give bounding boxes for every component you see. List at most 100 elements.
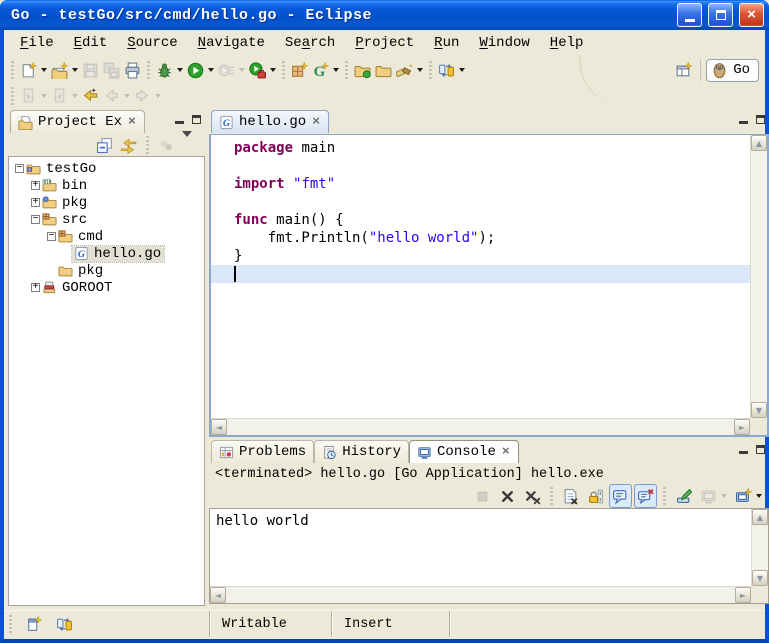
- scroll-down-icon[interactable]: ▼: [751, 402, 767, 418]
- code-area[interactable]: package mainimport "fmt"func main() { fm…: [211, 135, 750, 418]
- expand-icon[interactable]: +: [31, 181, 40, 190]
- close-button[interactable]: ×: [739, 3, 764, 27]
- menu-edit[interactable]: Edit: [64, 32, 118, 54]
- search-button[interactable]: [394, 58, 425, 82]
- run-button[interactable]: [185, 58, 216, 82]
- pin-console-button[interactable]: [672, 484, 695, 508]
- menu-project[interactable]: Project: [345, 32, 424, 54]
- sync-jobs-button[interactable]: [54, 612, 75, 636]
- status-bar: Writable Insert: [4, 610, 765, 637]
- clear-console-button[interactable]: [559, 484, 582, 508]
- new-package-button[interactable]: [289, 58, 310, 82]
- print-button[interactable]: [122, 58, 143, 82]
- remove-launch-button[interactable]: [496, 484, 519, 508]
- last-edit-button[interactable]: [80, 84, 101, 108]
- code-token: import: [234, 176, 285, 192]
- tab-problems[interactable]: Problems: [211, 440, 314, 463]
- tab-history[interactable]: History: [314, 440, 409, 463]
- scroll-left-icon[interactable]: ◄: [210, 587, 226, 603]
- menu-file[interactable]: File: [10, 32, 64, 54]
- editor-minimize-icon[interactable]: [739, 121, 748, 124]
- synchronize-button[interactable]: [436, 58, 467, 82]
- tree-item-bin[interactable]: +010bin: [9, 177, 204, 194]
- editor-tab-hello-go[interactable]: G hello.go ×: [211, 110, 329, 133]
- tree-item-content: src: [40, 212, 90, 228]
- open-folder-button[interactable]: [373, 58, 394, 82]
- collapse-icon[interactable]: −: [47, 232, 56, 241]
- next-annotation-icon: [20, 87, 37, 104]
- go-perspective-button[interactable]: Go: [706, 59, 759, 82]
- code-token: package: [234, 140, 293, 156]
- new-go-app-button[interactable]: G: [310, 58, 341, 82]
- tree-item-label: hello.go: [91, 246, 164, 262]
- console-maximize-icon[interactable]: [756, 445, 765, 454]
- explorer-tab-close-icon[interactable]: ×: [127, 116, 137, 128]
- tree-item-src[interactable]: −src: [9, 211, 204, 228]
- tab-close-icon[interactable]: ×: [501, 446, 511, 458]
- expand-icon[interactable]: +: [31, 198, 40, 207]
- editor-body: package mainimport "fmt"func main() { fm…: [209, 134, 769, 437]
- scroll-lock-button[interactable]: [584, 484, 607, 508]
- scroll-left-icon[interactable]: ◄: [211, 419, 227, 435]
- open-perspective-button[interactable]: [672, 58, 695, 82]
- tree-item-pkg[interactable]: +pkg: [9, 194, 204, 211]
- project-explorer-tab-label: Project Ex: [38, 114, 122, 130]
- scroll-down-icon[interactable]: ▼: [752, 570, 768, 586]
- editor-tab-close-icon[interactable]: ×: [311, 116, 321, 128]
- scroll-up-icon[interactable]: ▲: [751, 135, 767, 151]
- code-line-7: }: [211, 247, 750, 265]
- console-output[interactable]: hello world: [210, 509, 751, 586]
- new-wizard-button[interactable]: [18, 58, 49, 82]
- explorer-maximize-icon[interactable]: [192, 115, 201, 124]
- expand-icon[interactable]: +: [31, 283, 40, 292]
- show-stderr-icon: [637, 488, 654, 505]
- remove-all-launches-button[interactable]: [521, 484, 544, 508]
- show-stderr-button[interactable]: [634, 484, 657, 508]
- menu-search[interactable]: Search: [275, 32, 345, 54]
- tree-item-hello-go[interactable]: Ghello.go: [9, 245, 204, 262]
- editor-vscrollbar[interactable]: ▲ ▼: [750, 135, 767, 418]
- minimize-button[interactable]: [677, 3, 702, 27]
- menu-run[interactable]: Run: [424, 32, 469, 54]
- fast-view-button[interactable]: [23, 612, 44, 636]
- tree-item-cmd[interactable]: −cmd: [9, 228, 204, 245]
- debug-button[interactable]: [154, 58, 185, 82]
- dropdown-arrow-icon: [756, 494, 762, 498]
- show-stdout-button[interactable]: [609, 484, 632, 508]
- collapse-all-button[interactable]: [94, 135, 115, 155]
- scroll-up-icon[interactable]: ▲: [752, 509, 768, 525]
- perspective-divider: [700, 59, 701, 81]
- open-folder-icon: [375, 62, 392, 79]
- tree-item-goroot[interactable]: +GOROOT: [9, 279, 204, 296]
- scroll-right-icon[interactable]: ►: [735, 587, 751, 603]
- external-tools-button[interactable]: [247, 58, 278, 82]
- menu-window[interactable]: Window: [469, 32, 539, 54]
- explorer-minmax: [175, 114, 201, 124]
- collapse-icon[interactable]: −: [31, 215, 40, 224]
- link-editor-button[interactable]: [118, 135, 139, 155]
- collapse-icon[interactable]: −: [15, 164, 24, 173]
- tree-item-pkg[interactable]: pkg: [9, 262, 204, 279]
- editor-hscrollbar[interactable]: ◄ ►: [211, 418, 750, 435]
- menu-help[interactable]: Help: [540, 32, 594, 54]
- menu-source[interactable]: Source: [117, 32, 187, 54]
- console-hscrollbar[interactable]: ◄ ►: [210, 586, 751, 603]
- editor-tab-row: G hello.go ×: [209, 110, 769, 133]
- console-vscrollbar[interactable]: ▲ ▼: [751, 509, 768, 586]
- menu-navigate[interactable]: Navigate: [188, 32, 275, 54]
- new-go-wizard-button[interactable]: [49, 58, 80, 82]
- tab-console[interactable]: Console×: [409, 440, 519, 463]
- pkg-folder-icon: [40, 195, 59, 210]
- console-minimize-icon[interactable]: [739, 451, 748, 454]
- project-explorer-tab[interactable]: Project Ex ×: [10, 110, 145, 133]
- scroll-right-icon[interactable]: ►: [734, 419, 750, 435]
- import-folder-button[interactable]: [352, 58, 373, 82]
- terminate-button: [471, 484, 494, 508]
- open-console-button[interactable]: [732, 484, 765, 508]
- toolbar-handle: [550, 487, 553, 505]
- tree-item-testgo[interactable]: −testGo: [9, 160, 204, 177]
- view-menu-button[interactable]: [180, 135, 201, 155]
- maximize-button[interactable]: [708, 3, 733, 27]
- explorer-minimize-icon[interactable]: [175, 121, 184, 124]
- editor-maximize-icon[interactable]: [756, 115, 765, 124]
